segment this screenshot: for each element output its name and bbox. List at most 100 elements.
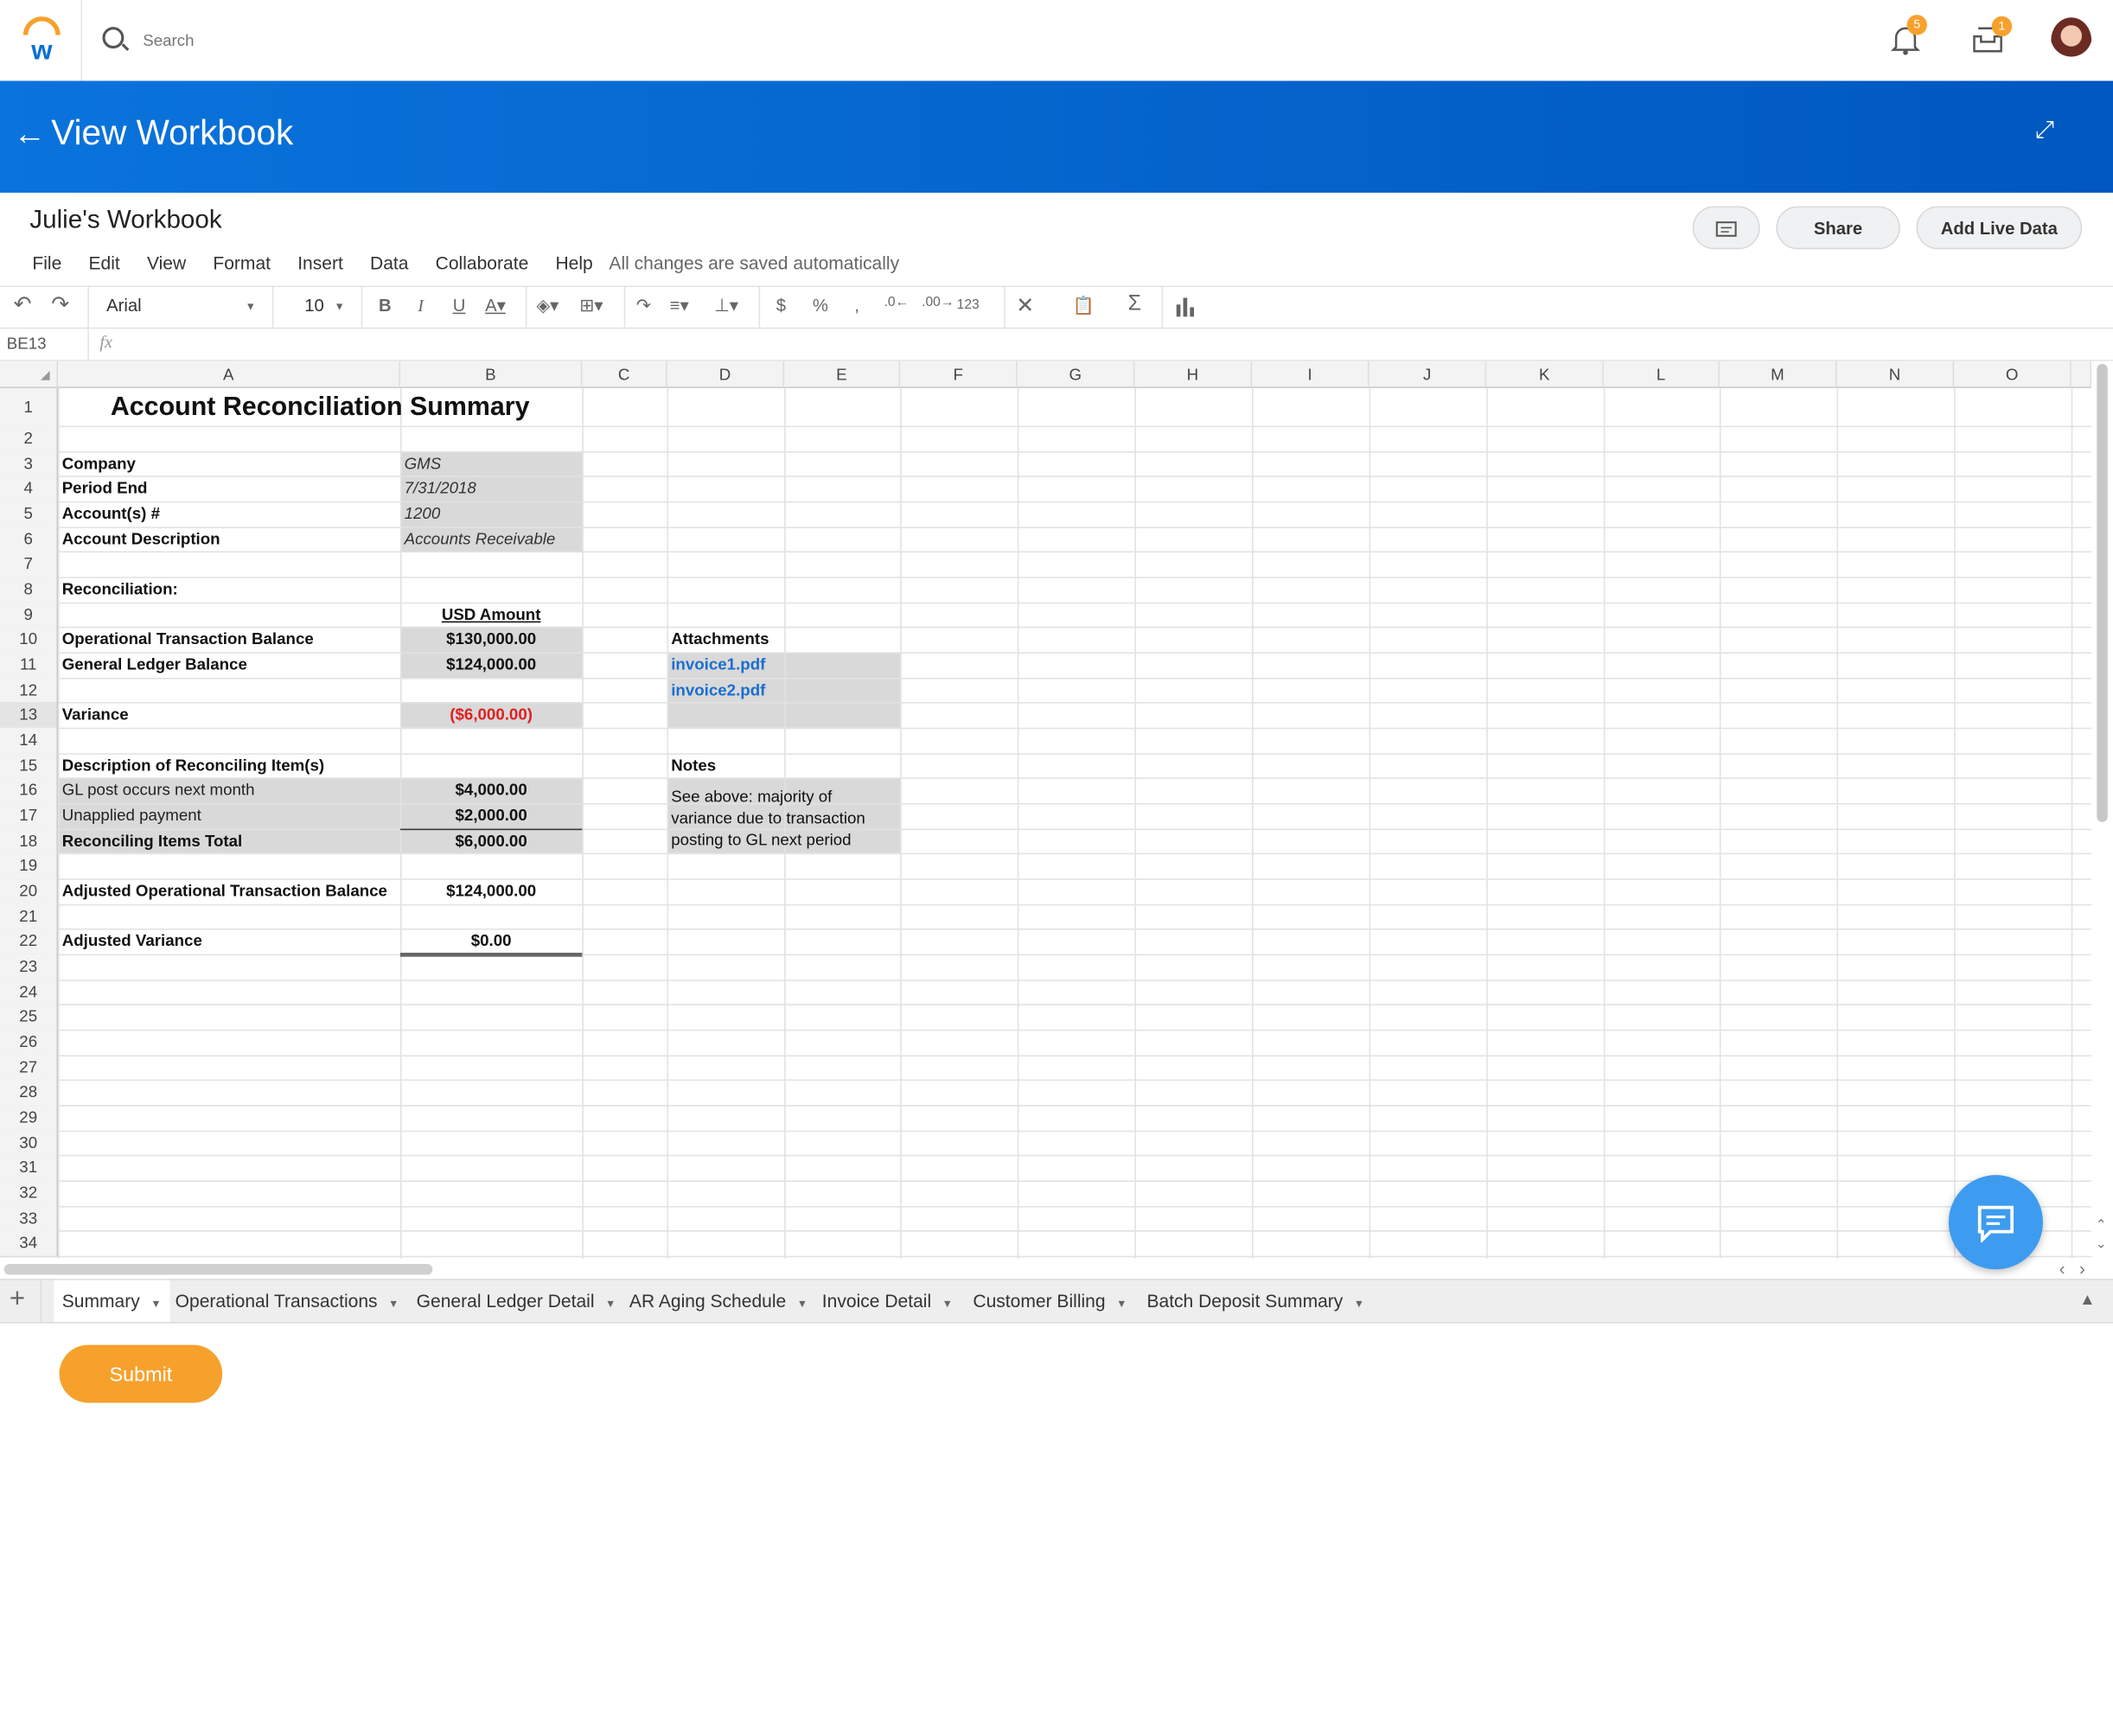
undo-icon[interactable]: ↶ [14, 291, 32, 318]
scroll-up-icon[interactable]: ⌃ [2096, 1218, 2107, 1233]
menu-data[interactable]: Data [370, 253, 408, 273]
menu-insert[interactable]: Insert [297, 253, 343, 273]
scroll-thumb[interactable] [3, 1264, 433, 1275]
menu-collaborate[interactable]: Collaborate [436, 253, 529, 273]
menu-edit[interactable]: Edit [89, 253, 120, 273]
chat-button[interactable] [1948, 1175, 2043, 1270]
add-sheet-icon[interactable]: + [10, 1284, 25, 1315]
sheet-tab[interactable]: Invoice Detail ▼ [814, 1280, 961, 1322]
row-header[interactable]: 25 [0, 1004, 59, 1031]
expand-icon[interactable]: ⤢ [2035, 116, 2054, 144]
row-header[interactable]: 1 [0, 387, 59, 428]
row-header[interactable]: 23 [0, 954, 59, 981]
italic-icon[interactable]: I [418, 295, 424, 316]
notifications-button[interactable]: 5 [1890, 15, 1927, 55]
menu-help[interactable]: Help [555, 253, 592, 273]
share-button[interactable]: Share [1776, 206, 1900, 250]
column-header[interactable]: C [582, 361, 667, 388]
row-header[interactable]: 24 [0, 979, 59, 1006]
fill-color-icon[interactable]: ◈▾ [536, 295, 559, 316]
vertical-align-icon[interactable]: ⊥▾ [714, 295, 738, 316]
row-header[interactable]: 29 [0, 1105, 59, 1132]
row-header[interactable]: 5 [0, 501, 59, 528]
sheet-tab[interactable]: Summary ▼ [54, 1280, 169, 1323]
scroll-down-icon[interactable]: ⌄ [2096, 1237, 2107, 1252]
row-header[interactable]: 10 [0, 627, 59, 654]
clear-icon[interactable]: ✕ [1016, 292, 1034, 319]
row-header[interactable]: 13 [0, 702, 59, 730]
clipboard-icon[interactable]: 📋 [1073, 295, 1095, 316]
row-header[interactable]: 6 [0, 526, 59, 553]
formula-input[interactable] [134, 329, 2027, 358]
row-header[interactable]: 17 [0, 803, 59, 830]
inbox-button[interactable]: 1 [1971, 16, 2013, 54]
column-header[interactable]: B [399, 361, 583, 388]
chevron-down-icon[interactable]: ▼ [1116, 1298, 1127, 1310]
vertical-scrollbar[interactable]: ⌃ ⌄ [2091, 361, 2113, 1259]
row-header[interactable]: 31 [0, 1155, 59, 1183]
column-header[interactable]: D [667, 361, 785, 388]
scroll-left-icon[interactable]: ‹ [2059, 1259, 2065, 1279]
sum-icon[interactable]: Σ [1128, 292, 1141, 316]
underline-icon[interactable]: U [453, 295, 466, 315]
row-header[interactable]: 34 [0, 1230, 59, 1258]
expand-tabs-icon[interactable]: ▲ [2079, 1290, 2096, 1309]
row-header[interactable]: 27 [0, 1055, 59, 1082]
percent-icon[interactable]: % [813, 295, 828, 315]
scroll-thumb[interactable] [2097, 363, 2108, 822]
row-header[interactable]: 22 [0, 929, 59, 956]
attachment-link[interactable]: invoice2.pdf [667, 678, 785, 703]
menu-view[interactable]: View [147, 253, 186, 273]
row-header[interactable]: 4 [0, 475, 59, 503]
row-header[interactable]: 21 [0, 903, 59, 931]
increase-decimal-icon[interactable]: .00→ [922, 295, 954, 310]
chevron-down-icon[interactable]: ▼ [797, 1298, 808, 1310]
column-header[interactable]: A [58, 361, 400, 388]
comments-button[interactable] [1692, 206, 1760, 250]
column-header[interactable]: G [1017, 361, 1135, 388]
borders-icon[interactable]: ⊞▾ [579, 295, 603, 316]
column-header[interactable]: J [1369, 361, 1487, 388]
menu-file[interactable]: File [32, 253, 61, 273]
number-format-select[interactable]: 123 [957, 297, 980, 312]
column-header[interactable]: O [1954, 361, 2072, 388]
sheet-tab[interactable]: AR Aging Schedule ▼ [622, 1280, 816, 1322]
row-header[interactable]: 7 [0, 552, 59, 578]
chevron-down-icon[interactable]: ▼ [335, 301, 345, 313]
workday-logo[interactable]: w [19, 16, 65, 65]
row-header[interactable]: 15 [0, 752, 59, 780]
scroll-right-icon[interactable]: › [2079, 1259, 2085, 1279]
sheet-tab[interactable]: Customer Billing ▼ [965, 1280, 1135, 1322]
row-header[interactable]: 18 [0, 828, 59, 855]
bold-icon[interactable]: B [379, 295, 392, 315]
row-header[interactable]: 8 [0, 577, 59, 603]
row-header[interactable]: 16 [0, 777, 59, 805]
row-header[interactable]: 26 [0, 1029, 59, 1056]
sheet-tab[interactable]: General Ledger Detail ▼ [408, 1280, 623, 1322]
column-header[interactable]: K [1486, 361, 1604, 388]
column-header[interactable]: N [1836, 361, 1955, 388]
chevron-down-icon[interactable]: ▼ [246, 301, 256, 313]
row-header[interactable]: 3 [0, 450, 59, 478]
select-all-corner[interactable]: ◢ [0, 361, 59, 388]
chevron-down-icon[interactable]: ▼ [605, 1298, 616, 1310]
row-header[interactable]: 14 [0, 727, 59, 755]
row-header[interactable]: 19 [0, 853, 59, 880]
row-header[interactable]: 20 [0, 878, 59, 905]
sheet-tab[interactable]: Operational Transactions ▼ [167, 1280, 406, 1322]
column-header[interactable]: M [1719, 361, 1837, 388]
spreadsheet-grid[interactable]: ◢ A B C D E F G H I J K L M N O 1 2 3 4 5 6 7 8 9 10 11 12 13 14 15 16 1… [0, 361, 2092, 1259]
sheet-tab[interactable]: Batch Deposit Summary ▼ [1139, 1280, 1372, 1322]
row-header[interactable]: 32 [0, 1180, 59, 1208]
menu-format[interactable]: Format [213, 253, 271, 273]
chevron-down-icon[interactable]: ▼ [1354, 1298, 1364, 1310]
search-input[interactable] [140, 29, 550, 52]
currency-icon[interactable]: $ [776, 295, 786, 315]
row-header[interactable]: 11 [0, 652, 59, 680]
chart-icon[interactable] [1175, 297, 1197, 318]
chevron-down-icon[interactable]: ▼ [388, 1298, 399, 1310]
column-header[interactable]: L [1603, 361, 1720, 388]
chevron-down-icon[interactable]: ▼ [150, 1298, 161, 1310]
back-arrow-icon[interactable]: ← [14, 116, 46, 154]
row-header[interactable]: 28 [0, 1080, 59, 1107]
